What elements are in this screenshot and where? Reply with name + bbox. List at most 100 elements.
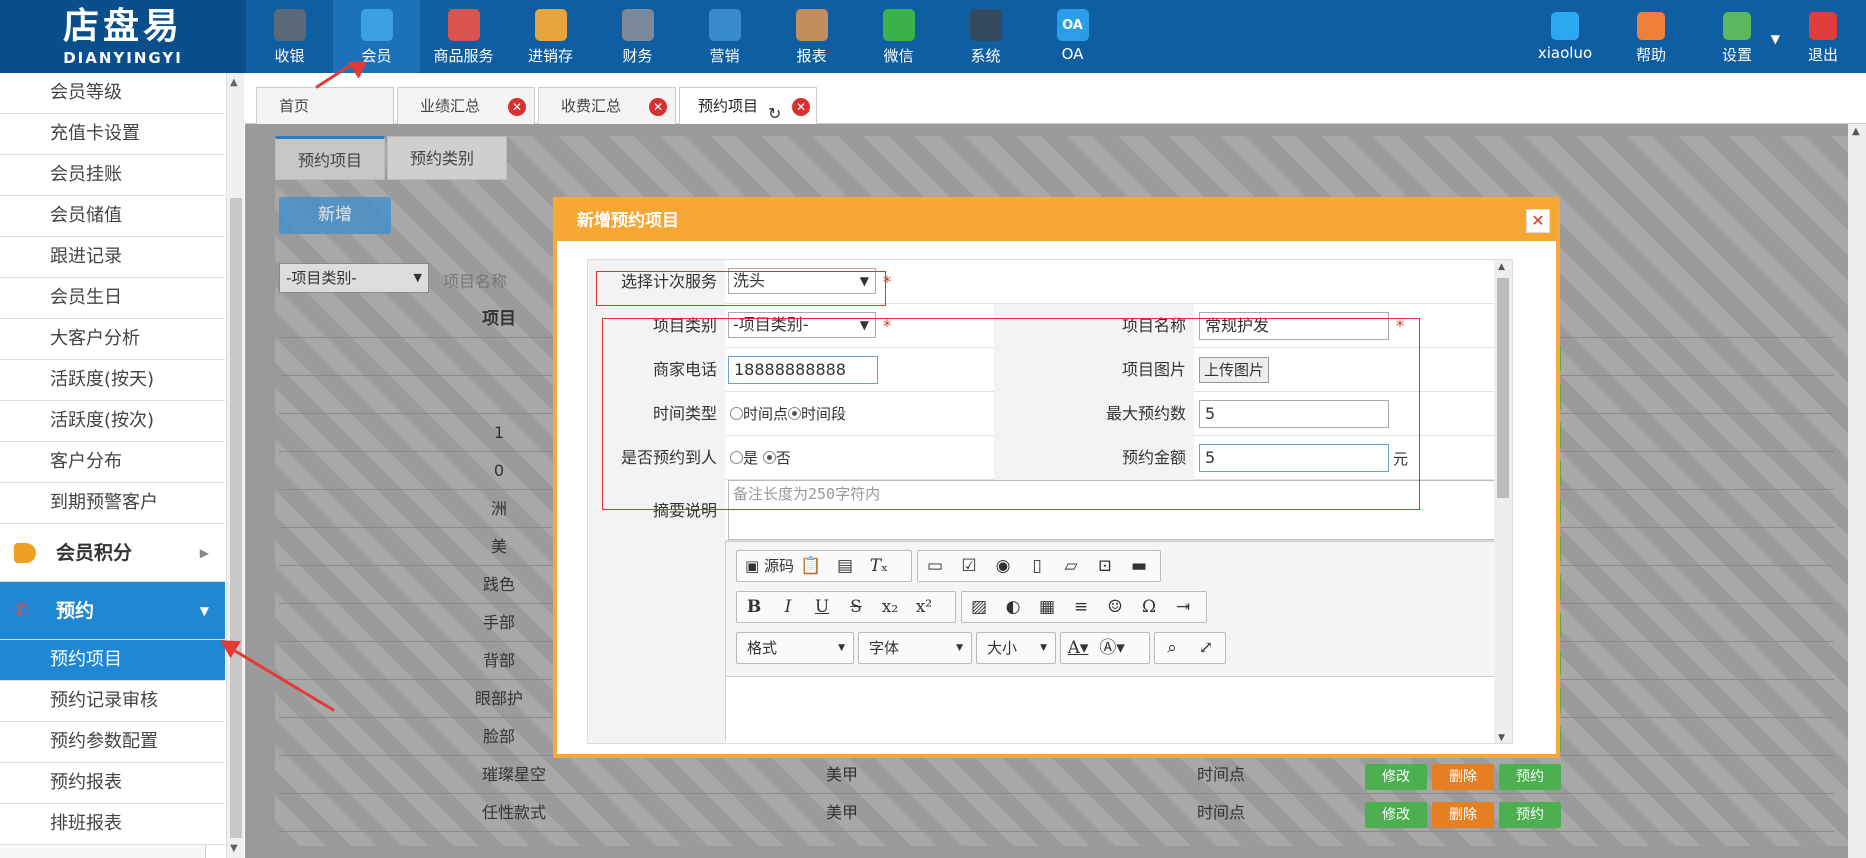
tab-performance[interactable]: 业绩汇总 ✕: [397, 87, 535, 124]
nav-item[interactable]: 帮助: [1608, 0, 1694, 73]
form-icon[interactable]: ▭: [918, 551, 952, 581]
edit-button[interactable]: 修改: [1365, 764, 1427, 790]
chevron-down-icon: ▼: [956, 643, 963, 653]
delete-button[interactable]: 删除: [1432, 764, 1494, 790]
book-button[interactable]: 预约: [1499, 764, 1561, 790]
nav-item[interactable]: 系统: [942, 0, 1029, 73]
nav-item[interactable]: 设置: [1694, 0, 1780, 73]
sidebar-item[interactable]: 会员挂账: [0, 155, 225, 196]
settings-caret-icon[interactable]: ▼: [1771, 32, 1780, 46]
nav-item[interactable]: 会员: [333, 0, 420, 73]
scroll-up-icon[interactable]: ▲: [1852, 126, 1860, 137]
goods-icon: [447, 9, 480, 41]
subtab-booking-categories[interactable]: 预约类别: [387, 136, 507, 180]
tab-home[interactable]: 首页: [256, 87, 394, 124]
flash-icon[interactable]: ◐: [996, 592, 1030, 622]
category-cell: 美甲: [825, 765, 858, 784]
horizontal-line-icon[interactable]: ≡: [1064, 592, 1098, 622]
nav-item[interactable]: 商品服务: [420, 0, 507, 73]
scroll-down-icon[interactable]: ▼: [1498, 733, 1505, 743]
maximize-icon[interactable]: ⤢: [1189, 633, 1223, 663]
sidebar-item[interactable]: 充值卡设置: [0, 114, 225, 155]
sidebar-item[interactable]: 预约项目: [0, 640, 225, 681]
tab-booking-items[interactable]: 预约项目 ↻ ✕: [679, 87, 817, 124]
table-icon[interactable]: ▦: [1030, 592, 1064, 622]
source-button[interactable]: ▣ 源码: [737, 551, 794, 581]
sidebar-item[interactable]: 大客户分析: [0, 319, 225, 360]
editor-toolbar-group: A▾ Ⓐ▾: [1060, 632, 1150, 664]
item-name-search-input[interactable]: 项目名称: [443, 268, 507, 292]
sidebar-item[interactable]: 客户分布: [0, 442, 225, 483]
edit-button[interactable]: 修改: [1365, 802, 1427, 828]
sidebar-item[interactable]: 跟进记录: [0, 237, 225, 278]
close-dialog-button[interactable]: ✕: [1526, 209, 1550, 233]
text-color-icon[interactable]: A▾: [1061, 633, 1095, 663]
sidebar-item[interactable]: 会员等级: [0, 73, 225, 114]
nav-item[interactable]: 报表: [768, 0, 855, 73]
paste-icon[interactable]: 📋: [794, 551, 828, 581]
sidebar-item[interactable]: 排班报表: [0, 804, 225, 845]
font-select[interactable]: 字体 ▼: [858, 632, 972, 664]
sidebar-section-points[interactable]: 会员积分 ▶: [0, 524, 225, 582]
checkbox-icon[interactable]: ☑: [952, 551, 986, 581]
dialog-scrollbar[interactable]: ▲ ▼: [1494, 260, 1512, 743]
editor-content-area[interactable]: [726, 676, 1512, 742]
paste-word-icon[interactable]: ▤: [828, 551, 862, 581]
close-tab-icon[interactable]: ✕: [649, 98, 667, 116]
select-icon[interactable]: ⊡: [1088, 551, 1122, 581]
sidebar-item[interactable]: 会员储值: [0, 196, 225, 237]
nav-item[interactable]: xiaoluo: [1522, 0, 1608, 73]
superscript-icon[interactable]: x²: [907, 592, 941, 622]
monitor-icon: [969, 9, 1002, 41]
sidebar-item[interactable]: 活跃度(按次): [0, 401, 225, 442]
special-char-icon[interactable]: Ω: [1132, 592, 1166, 622]
strikethrough-icon[interactable]: S: [839, 592, 873, 622]
smiley-icon[interactable]: ☺: [1098, 592, 1132, 622]
nav-item[interactable]: 营销: [681, 0, 768, 73]
item-name-cell: 璀璨星空: [481, 765, 546, 784]
button-icon[interactable]: ▬: [1122, 551, 1156, 581]
sidebar-section-booking[interactable]: ✆ 预约 ▼: [0, 582, 225, 640]
radio-icon[interactable]: ◉: [986, 551, 1020, 581]
nav-item[interactable]: 财务: [594, 0, 681, 73]
remove-format-icon[interactable]: Tₓ: [862, 551, 896, 581]
bold-icon[interactable]: B: [737, 592, 771, 622]
close-tab-icon[interactable]: ✕: [792, 98, 810, 116]
sidebar-item[interactable]: 预约报表: [0, 763, 225, 804]
tab-fees[interactable]: 收费汇总 ✕: [538, 87, 676, 124]
nav-item[interactable]: 退出: [1780, 0, 1866, 73]
sidebar-scrollbar[interactable]: ▲ ▼: [226, 73, 244, 858]
preview-icon[interactable]: ⌕: [1155, 633, 1189, 663]
bg-color-icon[interactable]: Ⓐ▾: [1095, 633, 1129, 663]
scroll-up-icon[interactable]: ▲: [230, 77, 238, 88]
textfield-icon[interactable]: ▯: [1020, 551, 1054, 581]
nav-item[interactable]: OA OA: [1029, 0, 1116, 73]
sidebar-item[interactable]: 预约参数配置: [0, 722, 225, 763]
scroll-up-icon[interactable]: ▲: [1498, 262, 1505, 272]
subscript-icon[interactable]: x₂: [873, 592, 907, 622]
sidebar-item[interactable]: 会员生日: [0, 278, 225, 319]
format-select[interactable]: 格式 ▼: [736, 632, 854, 664]
size-select[interactable]: 大小 ▼: [976, 632, 1056, 664]
content-scrollbar[interactable]: ▲: [1848, 124, 1866, 858]
sidebar-item[interactable]: 活跃度(按天): [0, 360, 225, 401]
nav-item[interactable]: 收银: [246, 0, 333, 73]
scrollbar-thumb[interactable]: [1497, 278, 1509, 498]
italic-icon[interactable]: I: [771, 592, 805, 622]
category-filter-select[interactable]: -项目类别- ▼: [279, 263, 429, 293]
page-break-icon[interactable]: ⇥: [1166, 592, 1200, 622]
textarea-icon[interactable]: ▱: [1054, 551, 1088, 581]
subtab-booking-items[interactable]: 预约项目: [275, 136, 385, 180]
close-tab-icon[interactable]: ✕: [508, 98, 526, 116]
scrollbar-thumb[interactable]: [230, 198, 242, 838]
book-button[interactable]: 预约: [1499, 802, 1561, 828]
add-button[interactable]: 新增: [279, 197, 391, 234]
image-icon[interactable]: ▨: [962, 592, 996, 622]
sidebar-item[interactable]: 到期预警客户: [0, 483, 225, 524]
sidebar-item[interactable]: 预约记录审核: [0, 681, 225, 722]
nav-item[interactable]: 微信: [855, 0, 942, 73]
scroll-down-icon[interactable]: ▼: [230, 843, 238, 854]
underline-icon[interactable]: U: [805, 592, 839, 622]
delete-button[interactable]: 删除: [1432, 802, 1494, 828]
nav-item[interactable]: 进销存: [507, 0, 594, 73]
